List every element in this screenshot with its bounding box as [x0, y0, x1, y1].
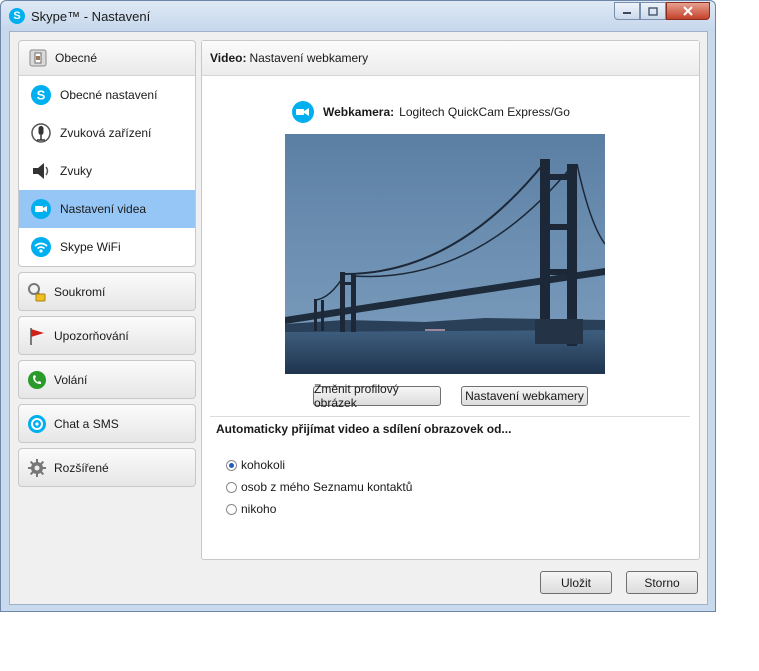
radio-option-anyone[interactable]: kohokoli [226, 458, 285, 472]
sidebar-item-skype-wifi[interactable]: Skype WiFi [19, 228, 195, 266]
minimize-icon [623, 12, 631, 14]
skype-app-icon: S [9, 8, 25, 24]
radio-button[interactable] [226, 503, 237, 515]
sidebar-group-notifications[interactable]: Upozorňování [18, 316, 196, 355]
webcam-settings-button[interactable]: Nastavení webkamery [461, 386, 588, 406]
microphone-icon [30, 122, 52, 144]
skype-icon: S [30, 84, 52, 106]
sidebar-item-sounds[interactable]: Zvuky [19, 152, 195, 190]
sidebar-item-label: Zvuková zařízení [60, 126, 152, 140]
webcam-label: Webkamera: [323, 105, 395, 119]
maximize-icon [648, 6, 658, 16]
radio-selected-dot [229, 462, 234, 468]
sidebar-group-label: Soukromí [54, 284, 106, 299]
sidebar-group-label: Upozorňování [54, 328, 129, 343]
window-client: Obecné S Obecné nastavení Zvuková zaříze… [9, 31, 708, 605]
speaker-icon [30, 160, 52, 182]
webcam-preview [285, 134, 605, 374]
sidebar-group-advanced[interactable]: Rozšířené [18, 448, 196, 487]
lock-icon [27, 282, 47, 302]
sidebar: Obecné S Obecné nastavení Zvuková zaříze… [18, 40, 196, 487]
panel-header-title: Nastavení webkamery [249, 51, 369, 65]
change-profile-picture-button[interactable]: Změnit profilový obrázek [313, 382, 441, 410]
radio-label: osob z mého Seznamu kontaktů [241, 480, 413, 494]
radio-button[interactable] [226, 481, 237, 493]
auto-accept-label: Automaticky přijímat video a sdílení obr… [216, 422, 512, 436]
bridge-photo [285, 134, 605, 374]
radio-label: nikoho [241, 502, 277, 516]
sidebar-item-label: Nastavení videa [60, 202, 147, 216]
radio-option-nobody[interactable]: nikoho [226, 502, 276, 516]
sidebar-group-calls[interactable]: Volání [18, 360, 196, 399]
close-icon [683, 6, 693, 16]
maximize-button[interactable] [640, 2, 666, 20]
phone-icon [27, 370, 47, 390]
sidebar-group-privacy[interactable]: Soukromí [18, 272, 196, 311]
gear-icon [27, 458, 47, 478]
sidebar-group-chat-sms[interactable]: Chat a SMS [18, 404, 196, 443]
close-button[interactable] [666, 2, 710, 20]
wifi-icon [30, 236, 52, 258]
panel-header-section: Video: [210, 51, 247, 65]
webcam-device-name: Logitech QuickCam Express/Go [399, 105, 570, 119]
video-settings-panel: Video: Nastavení webkamery Webkamera: Lo… [201, 40, 700, 560]
sidebar-item-label: Skype WiFi [60, 240, 121, 254]
window-title: Skype™ - Nastavení [31, 9, 151, 24]
cancel-button[interactable]: Storno [626, 571, 698, 594]
radio-option-contacts[interactable]: osob z mého Seznamu kontaktů [226, 480, 412, 494]
general-settings-icon [28, 48, 48, 68]
webcam-row: Webkamera: Logitech QuickCam Express/Go [292, 101, 570, 123]
panel-header: Video: Nastavení webkamery [202, 41, 699, 76]
radio-button[interactable] [226, 459, 237, 471]
sidebar-group-label: Volání [54, 372, 88, 387]
sidebar-item-audio-devices[interactable]: Zvuková zařízení [19, 114, 195, 152]
sidebar-item-general-settings[interactable]: S Obecné nastavení [19, 76, 195, 114]
video-icon [30, 198, 52, 220]
flag-icon [27, 326, 47, 346]
sidebar-group-label: Obecné [55, 51, 98, 65]
sidebar-group-header-general[interactable]: Obecné [19, 41, 195, 76]
sidebar-group-label: Rozšířené [54, 460, 109, 475]
webcam-icon [292, 101, 314, 123]
sidebar-group-label: Chat a SMS [54, 416, 119, 431]
save-button[interactable]: Uložit [540, 571, 612, 594]
sidebar-item-label: Obecné nastavení [60, 88, 158, 102]
radio-label: kohokoli [241, 458, 286, 472]
divider [210, 416, 690, 417]
title-bar[interactable]: S Skype™ - Nastavení [1, 1, 715, 31]
minimize-button[interactable] [614, 2, 640, 20]
sidebar-item-label: Zvuky [60, 164, 93, 178]
sidebar-item-video-settings[interactable]: Nastavení videa [19, 190, 195, 228]
caption-buttons [614, 2, 710, 20]
svg-text:S: S [37, 88, 46, 103]
settings-window: S Skype™ - Nastavení Obecné S Obecné nas… [0, 0, 716, 612]
sidebar-group-general: Obecné S Obecné nastavení Zvuková zaříze… [18, 40, 196, 267]
chat-icon [27, 414, 47, 434]
